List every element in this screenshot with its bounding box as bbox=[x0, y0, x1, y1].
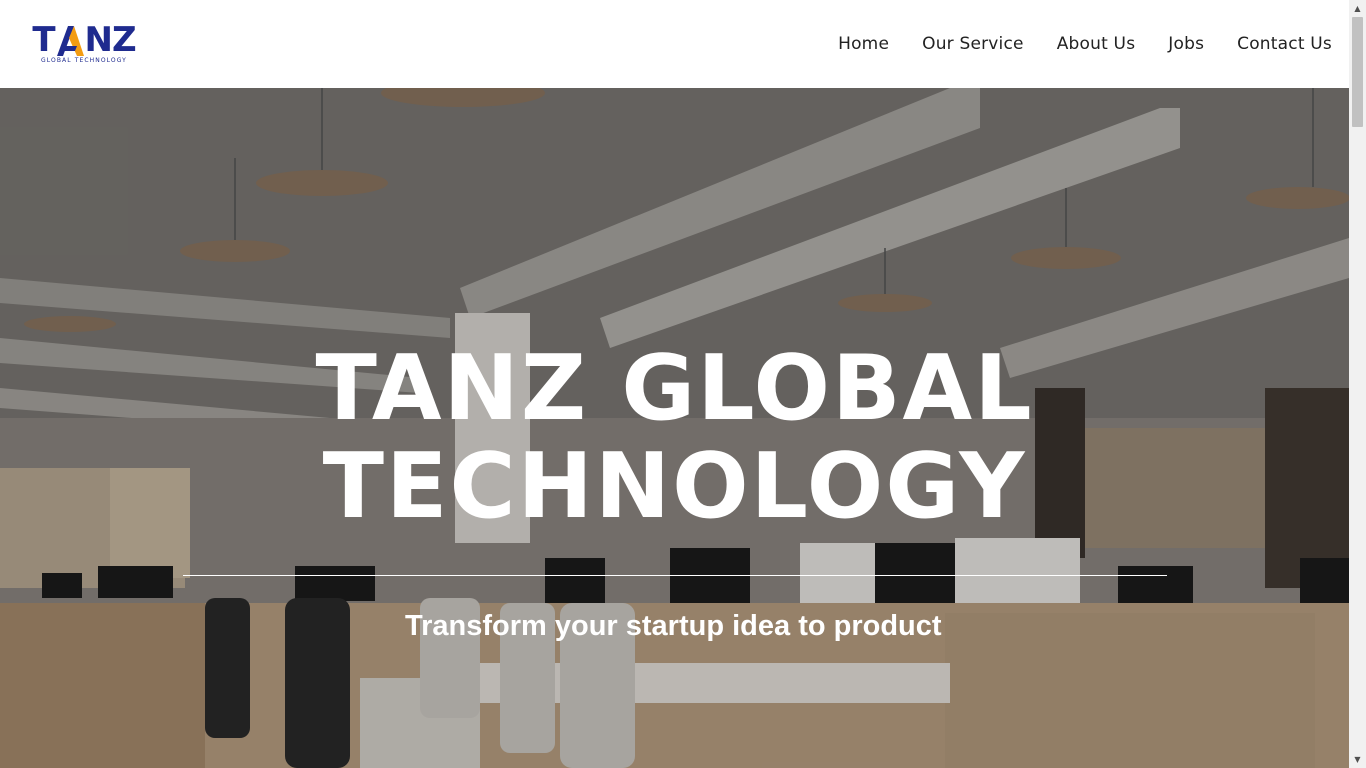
hero-section: TANZ GLOBAL TECHNOLOGY Transform your st… bbox=[0, 88, 1349, 768]
hero-title-line2: TECHNOLOGY bbox=[322, 434, 1027, 539]
nav-about-us[interactable]: About Us bbox=[1057, 34, 1136, 54]
hero-divider bbox=[183, 575, 1167, 576]
logo-a-icon bbox=[56, 26, 84, 56]
page-scrollbar[interactable]: ▲ ▼ bbox=[1349, 0, 1366, 768]
tanz-logo[interactable]: T N Z GLOBAL TECHNOLOGY bbox=[30, 20, 138, 64]
scrollbar-thumb[interactable] bbox=[1352, 17, 1363, 127]
logo-letter-t: T bbox=[32, 20, 55, 60]
nav-home[interactable]: Home bbox=[838, 34, 889, 54]
nav-our-service[interactable]: Our Service bbox=[922, 34, 1024, 54]
arrow-up-icon[interactable]: ▲ bbox=[1349, 0, 1366, 17]
hero-title-line1: TANZ GLOBAL bbox=[315, 336, 1034, 441]
logo-tagline: GLOBAL TECHNOLOGY bbox=[41, 57, 127, 64]
logo-wordmark: T N Z bbox=[32, 20, 137, 60]
main-nav: Home Our Service About Us Jobs Contact U… bbox=[805, 34, 1332, 54]
logo-letter-z: Z bbox=[112, 20, 137, 60]
nav-jobs[interactable]: Jobs bbox=[1168, 34, 1204, 54]
logo-letter-n: N bbox=[84, 20, 113, 60]
arrow-down-icon[interactable]: ▼ bbox=[1349, 751, 1366, 768]
site-header: T N Z GLOBAL TECHNOLOGY Home Our Service… bbox=[0, 0, 1349, 88]
nav-contact-us[interactable]: Contact Us bbox=[1237, 34, 1332, 54]
hero-title: TANZ GLOBAL TECHNOLOGY bbox=[0, 340, 1349, 536]
hero-tagline: Transform your startup idea to product bbox=[405, 610, 942, 642]
